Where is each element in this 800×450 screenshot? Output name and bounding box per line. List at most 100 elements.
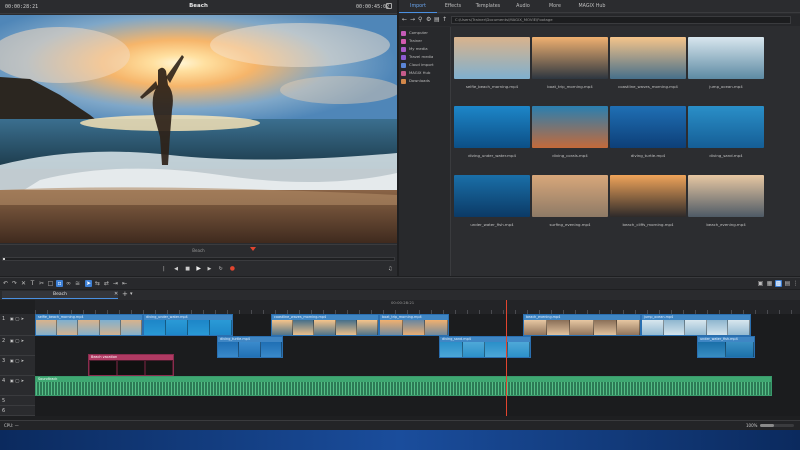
- path-field[interactable]: C:\Users\Trainer\Documents\MAGIX_MOVIE\F…: [451, 16, 791, 24]
- location-icon: [401, 54, 406, 60]
- add-tab-icon[interactable]: +: [122, 290, 128, 298]
- track-controls-icon[interactable]: ▣ ◯ ➤: [10, 316, 24, 321]
- media-thumbnail[interactable]: [532, 175, 608, 217]
- track-controls-icon[interactable]: ▣ ◯ ➤: [10, 378, 24, 383]
- tab-templates[interactable]: Templates: [469, 0, 507, 13]
- tab-effects[interactable]: Effects: [437, 0, 469, 13]
- media-filename: coastline_waves_morning.mp4: [618, 84, 678, 89]
- snap-icon[interactable]: ▫: [56, 280, 63, 287]
- playhead[interactable]: [506, 300, 507, 416]
- sidebar-item-cloud-import[interactable]: Cloud import: [401, 61, 449, 69]
- media-filename: diving_sand.mp4: [709, 153, 743, 158]
- next-frame-icon[interactable]: ▶: [208, 266, 213, 272]
- tab-import[interactable]: Import: [399, 0, 437, 13]
- forward-icon[interactable]: →: [410, 16, 415, 23]
- gear-icon[interactable]: ⚙: [426, 16, 431, 23]
- preview-panel: 00:00:28:21 Beach 00:00:45:02 Beach | ◀ …: [0, 0, 397, 276]
- copy-icon[interactable]: □: [47, 280, 54, 287]
- play-icon[interactable]: ▶: [196, 266, 201, 272]
- media-thumbnail[interactable]: [532, 37, 608, 79]
- close-icon[interactable]: ✕: [114, 291, 118, 297]
- media-pool: Import Effects Templates Audio More MAGI…: [399, 0, 800, 276]
- tab-audio[interactable]: Audio: [507, 0, 539, 13]
- media-thumbnail[interactable]: [688, 37, 764, 79]
- video-frame[interactable]: [0, 15, 397, 243]
- layout-1-icon[interactable]: ▣: [757, 280, 764, 287]
- redo-icon[interactable]: ↷: [11, 280, 18, 287]
- chevron-down-icon[interactable]: ▾: [130, 291, 133, 297]
- ripple-mode-icon[interactable]: ⇆: [94, 280, 101, 287]
- link-icon[interactable]: ∞: [65, 280, 72, 287]
- stop-icon[interactable]: ■: [185, 266, 190, 272]
- timeline-clip[interactable]: boat_trip_morning.mp4: [379, 314, 449, 336]
- media-thumbnail[interactable]: [610, 175, 686, 217]
- media-thumbnail[interactable]: [454, 106, 530, 148]
- media-thumbnail[interactable]: [454, 175, 530, 217]
- back-icon[interactable]: ←: [402, 16, 407, 23]
- title-clip[interactable]: Beach vacation: [88, 354, 174, 376]
- timeline-clip[interactable]: coastline_waves_morning.mp4: [271, 314, 379, 336]
- hub-icon: [401, 70, 406, 76]
- range-mode-icon[interactable]: ⇤: [121, 280, 128, 287]
- folder-icon[interactable]: ▤: [434, 16, 440, 23]
- timeline-ruler[interactable]: 00:00:28:21: [35, 300, 800, 314]
- sidebar-item-magix-hub[interactable]: MAGIX Hub: [401, 69, 449, 77]
- media-filename: beach_cliffs_morning.mp4: [622, 222, 674, 227]
- timeline-clip[interactable]: diving_sand.mp4: [439, 336, 531, 358]
- layout-3-icon[interactable]: ▩: [775, 280, 782, 287]
- zoom-slider[interactable]: [760, 424, 794, 427]
- undo-icon[interactable]: ↶: [2, 280, 9, 287]
- maximize-icon[interactable]: [386, 3, 392, 9]
- sidebar-item-my-media[interactable]: My media: [401, 45, 449, 53]
- up-folder-icon[interactable]: ↑: [442, 16, 447, 23]
- delete-icon[interactable]: ✕: [20, 280, 27, 287]
- track-header-2: 2 ▣ ◯ ➤: [0, 336, 35, 356]
- volume-icon[interactable]: ♫: [388, 266, 394, 272]
- media-thumbnail[interactable]: [610, 37, 686, 79]
- layout-4-icon[interactable]: ▤: [784, 280, 791, 287]
- prev-frame-icon[interactable]: ◀: [174, 266, 179, 272]
- edit-toolbar: ↶ ↷ ✕ T ✂ □ ▫ ∞ ≅ ➤ ⇆ ⇄ ⇥ ⇤ ▣ ▦ ▩ ▤ ⋮: [0, 277, 800, 289]
- multi-mode-icon[interactable]: ⇄: [103, 280, 110, 287]
- track-controls-icon[interactable]: ▣ ◯ ➤: [10, 358, 24, 363]
- media-thumbnail[interactable]: [688, 106, 764, 148]
- timeline-clip[interactable]: diving_under_water.mp4: [143, 314, 233, 336]
- audio-clip[interactable]: Soundtrack: [35, 376, 772, 396]
- to-start-icon[interactable]: |: [163, 266, 168, 272]
- timeline-clip[interactable]: under_water_fish.mp4: [697, 336, 755, 358]
- timeline-clip[interactable]: diving_turtle.mp4: [217, 336, 283, 358]
- cut-icon[interactable]: ✂: [38, 280, 45, 287]
- more-icon[interactable]: ⋮: [792, 280, 799, 287]
- tab-magix-hub[interactable]: MAGIX Hub: [571, 0, 613, 13]
- preview-titlebar: 00:00:28:21 Beach 00:00:45:02: [0, 0, 397, 14]
- media-thumbnail[interactable]: [454, 37, 530, 79]
- timeline-clip[interactable]: beach_evening.mp4: [523, 314, 641, 336]
- layout-2-icon[interactable]: ▦: [766, 280, 773, 287]
- timeline-clip[interactable]: selfie_beach_morning.mp4: [35, 314, 143, 336]
- loop-icon[interactable]: ↻: [219, 266, 224, 272]
- sidebar-item-computer[interactable]: Computer: [401, 29, 449, 37]
- sidebar-item-downloads[interactable]: Downloads: [401, 77, 449, 85]
- media-thumbnail[interactable]: [532, 106, 608, 148]
- scrub-bar[interactable]: [2, 257, 395, 261]
- trim-mode-icon[interactable]: ⇥: [112, 280, 119, 287]
- text-icon[interactable]: T: [29, 280, 36, 287]
- media-thumbnail[interactable]: [610, 106, 686, 148]
- media-thumbnail[interactable]: [688, 175, 764, 217]
- search-icon[interactable]: ⚲: [418, 16, 422, 23]
- project-tab[interactable]: Beach: [2, 291, 118, 299]
- user-icon: [401, 38, 406, 44]
- tab-more[interactable]: More: [539, 0, 571, 13]
- download-icon: [401, 78, 406, 84]
- timeline-clip[interactable]: jump_ocean.mp4: [641, 314, 751, 336]
- record-icon[interactable]: ●: [230, 266, 235, 272]
- unlink-icon[interactable]: ≅: [74, 280, 81, 287]
- track-header-1: 1 ▣ ◯ ➤: [0, 314, 35, 336]
- sidebar-item-trainer[interactable]: Trainer: [401, 37, 449, 45]
- timeline-tracks: 1 ▣ ◯ ➤ 2 ▣ ◯ ➤ 3 ▣ ◯ ➤ 4 ▣ ◯ ➤ 5 6 selfie_b…: [0, 300, 800, 416]
- sidebar-item-travel-media[interactable]: Travel media: [401, 53, 449, 61]
- file-grid: selfie_beach_morning.mp4 boat_trip_mornin…: [452, 27, 800, 276]
- zoom-level: 100%: [746, 423, 758, 428]
- pointer-mode-icon[interactable]: ➤: [85, 280, 92, 287]
- track-controls-icon[interactable]: ▣ ◯ ➤: [10, 338, 24, 343]
